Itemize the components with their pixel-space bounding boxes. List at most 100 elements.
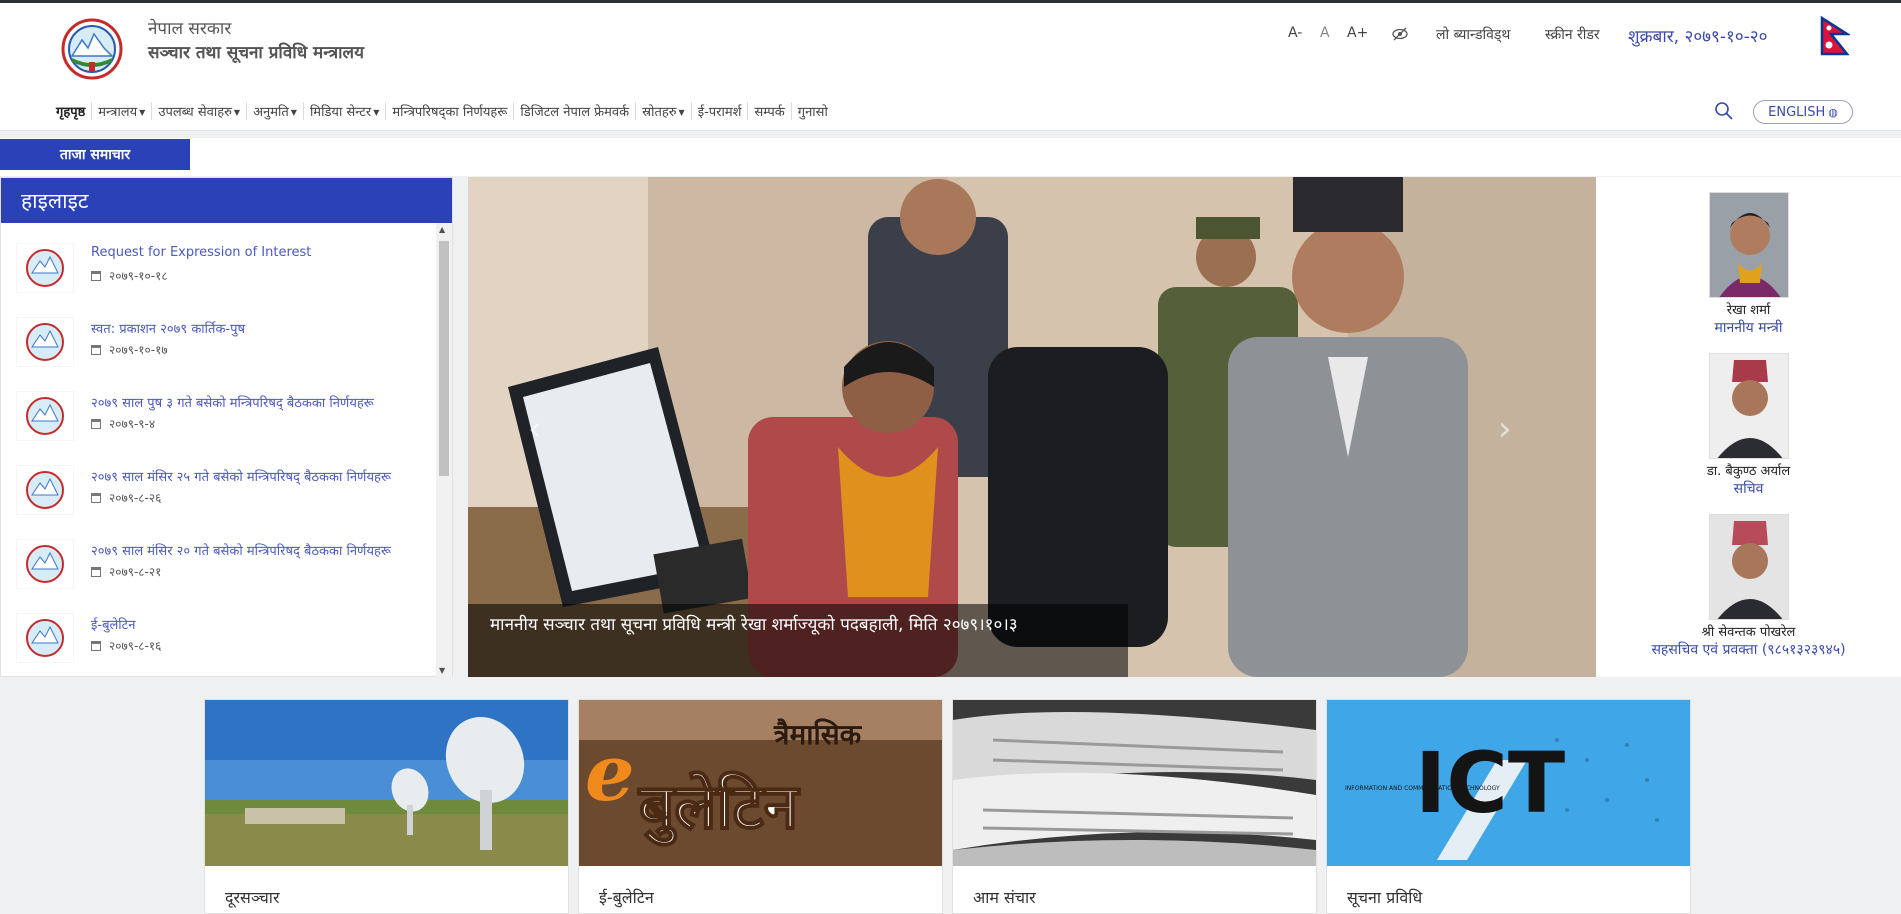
nav-item-cabinet-decisions[interactable]: मन्त्रिपरिषद्का निर्णयहरू [386,102,515,120]
low-bandwidth-link[interactable]: लो ब्यान्डविड्थ [1436,25,1510,44]
emblem-thumbnail-icon [16,539,74,589]
official-card[interactable]: रेखा शर्मा माननीय मन्त्री [1596,192,1901,337]
nav-item-digital-nepal[interactable]: डिजिटल नेपाल फ्रेमवर्क [514,102,637,120]
ministry-name: सञ्चार तथा सूचना प्रविधि मन्त्रालय [148,43,364,63]
screen-reader-link[interactable]: स्क्रीन रीडर [1545,25,1600,44]
government-emblem-icon[interactable] [60,18,124,80]
newspapers-image [953,700,1316,866]
e-bulletin-banner-image: त्रैमासिक e बुलेटिन [579,700,942,866]
slider-photo [468,177,1596,677]
highlight-date: २०७९-८-१६ [91,637,161,654]
highlight-title-link[interactable]: Request for Expression of Interest [91,245,311,260]
official-name: डा. बैकुण्ठ अर्याल [1706,464,1791,479]
official-photo [1708,514,1789,620]
list-item[interactable]: २०७९ साल मंसिर २५ गते बसेको मन्त्रिपरिषद… [1,445,434,519]
satellite-dish-image [205,700,568,866]
card-title: ई-बुलेटिन [599,888,654,907]
highlight-title-link[interactable]: २०७९ साल मंसिर २० गते बसेको मन्त्रिपरिषद… [91,541,391,559]
card-image [205,700,568,866]
highlight-date: २०७९-८-२१ [91,563,161,580]
official-card[interactable]: श्री सेवन्तक पोखरेल सहसचिव एवं प्रवक्ता … [1596,514,1901,659]
official-portrait [1709,515,1788,619]
official-name: रेखा शर्मा [1726,303,1771,318]
nav-label: ई-परामर्श [697,105,742,120]
highlight-title-link[interactable]: २०७९ साल मंसिर २५ गते बसेको मन्त्रिपरिषद… [91,467,391,485]
highlight-date: २०७९-८-२६ [91,489,161,506]
english-language-button[interactable]: ENGLISH ◍ [1753,100,1853,124]
caret-down-icon: ▼ [290,108,297,117]
calendar-icon [91,641,101,651]
caret-down-icon: ▼ [233,108,241,117]
slider-next-arrow-icon[interactable]: › [1498,409,1512,449]
card-telecom[interactable]: दूरसञ्चार [204,699,569,914]
scrollbar-thumb[interactable] [439,241,449,476]
e-bulletin-letter: e [585,728,635,819]
official-role: सचिव [1733,481,1764,497]
official-card[interactable]: डा. बैकुण्ठ अर्याल सचिव [1596,353,1901,498]
nav-item-media-center[interactable]: मिडिया सेन्टर ▼ [304,102,387,120]
nav-item-services[interactable]: उपलब्ध सेवाहरु ▼ [152,102,248,120]
nav-item-permission[interactable]: अनुमति ▼ [247,102,304,120]
eye-slash-icon[interactable] [1392,27,1408,41]
officials-panel: रेखा शर्मा माननीय मन्त्री डा. बैकुण्ठ अर… [1596,177,1901,677]
nav-label: अनुमति [253,105,289,120]
date-text: २०७९-८-२६ [109,491,162,505]
e-bulletin-main-text: बुलेटिन [638,770,801,846]
calendar-icon [91,493,101,503]
font-increase-button[interactable]: A+ [1347,25,1368,41]
nav-label: गुनासो [797,105,828,120]
highlight-date: २०७९-९-४ [91,415,155,432]
nav-item-home[interactable]: गृहपृष्ठ [50,102,93,120]
card-title: सूचना प्रविधि [1347,888,1423,907]
highlight-title-link[interactable]: ई-बुलेटिन [91,615,135,633]
calendar-icon [91,345,101,355]
nav-label: गृहपृष्ठ [56,105,86,120]
globe-icon: ◍ [1828,105,1838,119]
card-title: आम संचार [973,888,1036,907]
date-text: २०७९-८-२१ [109,565,162,579]
highlight-title-link[interactable]: २०७९ साल पुष ३ गते बसेको मन्त्रिपरिषद् ब… [91,393,374,411]
list-item[interactable]: ई-बुलेटिन २०७९-८-१६ [1,593,434,667]
current-date: शुक्रबार, २०७९-१०-२० [1628,27,1768,47]
nav-label: सम्पर्क [754,105,785,120]
font-normal-button[interactable]: A [1320,25,1330,41]
slider-caption: माननीय सञ्चार तथा सूचना प्रविधि मन्त्री … [468,604,1128,677]
nav-label: मन्त्रालय [98,105,138,120]
calendar-icon [91,419,101,429]
slider-prev-arrow-icon[interactable]: ‹ [528,409,542,449]
date-text: २०७९-१०-१७ [109,343,168,357]
official-name: श्री सेवन्तक पोखरेल [1701,625,1796,640]
nav-label: डिजिटल नेपाल फ्रेमवर्क [520,105,630,120]
list-item[interactable]: Request for Expression of Interest २०७९-… [1,223,434,297]
card-ict[interactable]: ICT INFORMATION AND COMMUNICATION TECHNO… [1326,699,1691,914]
card-image: ICT INFORMATION AND COMMUNICATION TECHNO… [1327,700,1690,866]
highlight-title-link[interactable]: स्वत: प्रकाशन २०७९ कार्तिक-पुष [91,319,245,337]
language-label: ENGLISH [1768,104,1826,120]
list-item[interactable]: २०७९ साल मंसिर २० गते बसेको मन्त्रिपरिषद… [1,519,434,593]
caret-down-icon: ▼ [139,108,146,117]
nav-item-e-consultation[interactable]: ई-परामर्श [692,102,749,120]
card-e-bulletin[interactable]: त्रैमासिक e बुलेटिन ई-बुलेटिन [578,699,943,914]
nav-item-grievance[interactable]: गुनासो [792,102,834,120]
list-item[interactable]: २०७९ साल पुष ३ गते बसेको मन्त्रिपरिषद् ब… [1,371,434,445]
official-role: सहसचिव एवं प्रवक्ता (९८५१३२३९४५) [1651,642,1846,658]
nav-item-resources[interactable]: स्रोतहरु ▼ [636,102,692,120]
site-header: नेपाल सरकार सञ्चार तथा सूचना प्रविधि मन्… [0,3,1901,131]
list-item[interactable]: स्वत: प्रकाशन २०७९ कार्तिक-पुष २०७९-१०-१… [1,297,434,371]
nepal-flag-icon [1820,16,1850,56]
nav-label: उपलब्ध सेवाहरु [158,105,232,120]
scroll-down-arrow-icon[interactable]: ▼ [439,666,445,675]
calendar-icon [91,271,101,281]
official-portrait [1709,193,1788,297]
nav-label: मन्त्रिपरिषद्का निर्णयहरू [392,105,508,120]
nav-item-contact[interactable]: सम्पर्क [748,102,792,120]
search-icon[interactable] [1714,101,1734,121]
image-slider[interactable]: ‹ › माननीय सञ्चार तथा सूचना प्रविधि मन्त… [468,177,1596,677]
nav-item-ministry[interactable]: मन्त्रालय ▼ [92,102,153,120]
highlight-date: २०७९-१०-१७ [91,341,168,358]
scroll-up-arrow-icon[interactable]: ▲ [439,225,445,234]
font-decrease-button[interactable]: A- [1288,25,1302,41]
highlight-scrollbar[interactable]: ▲ ▼ [436,223,452,677]
card-mass-communication[interactable]: आम संचार [952,699,1317,914]
date-text: २०७९-९-४ [109,417,156,431]
